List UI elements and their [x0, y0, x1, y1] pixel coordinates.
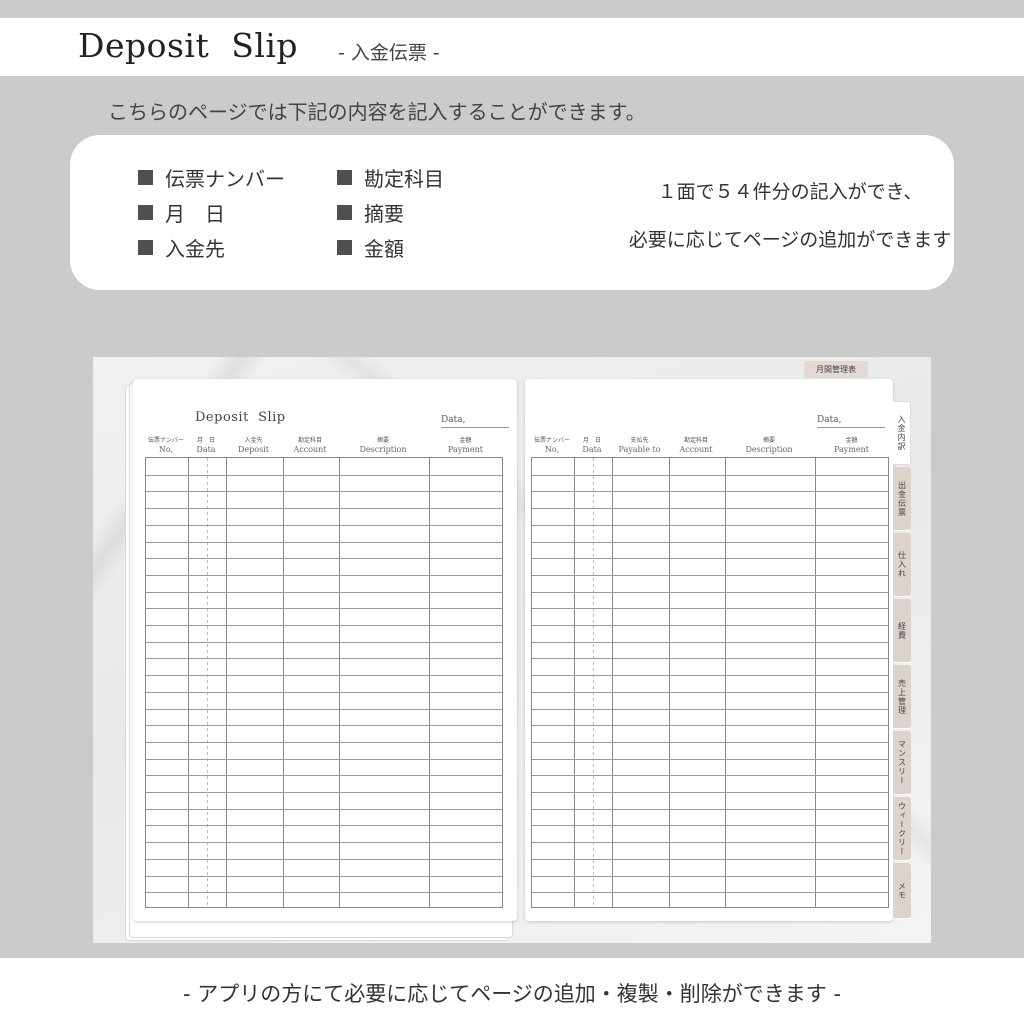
bullet-square-icon — [337, 170, 352, 185]
column-header-en: No, — [544, 445, 560, 454]
column-header: 勘定科目 Account — [668, 437, 724, 455]
notebook-left-page: Deposit Slip Data, 伝票ナンバー No, 月 日 Data 入金先 De… — [133, 379, 517, 921]
date-label: Data, — [817, 415, 885, 428]
side-tab-label: 仕入れ — [897, 551, 907, 578]
side-tab[interactable]: 仕入れ — [893, 533, 911, 597]
column-header-jp: 金額 — [459, 437, 472, 444]
column-header-en: Account — [679, 445, 713, 454]
side-tab-label: 出金伝票 — [897, 480, 907, 517]
column-header-en: No, — [158, 445, 174, 454]
column-header-jp: 摘要 — [762, 437, 775, 444]
column-header-jp: 勘定科目 — [297, 437, 322, 444]
column-header-jp: 伝票ナンバー — [533, 437, 570, 444]
side-tab-label: マンスリー — [897, 740, 907, 785]
notebook-title: Deposit Slip — [195, 410, 286, 425]
footer-bar: - アプリの方にて必要に応じてページの追加・複製・削除ができます - — [0, 958, 1024, 1024]
side-tab-label: ウィークリー — [897, 801, 907, 856]
column-header-jp: 月 日 — [582, 437, 601, 444]
side-tab-label: 売上管理 — [897, 678, 907, 715]
date-label: Data, — [441, 415, 509, 428]
side-tab[interactable]: 入金内訳 — [893, 401, 911, 465]
column-header: 支払先 Payable to — [611, 437, 668, 455]
tab-monthly-management[interactable]: 月間管理表 — [804, 361, 868, 378]
column-header-jp: 支払先 — [630, 437, 649, 444]
side-tab[interactable]: 出金伝票 — [893, 467, 911, 531]
column-header-jp: 摘要 — [376, 437, 389, 444]
column-header: 入金先 Deposit — [225, 437, 282, 455]
feature-item: 摘要 — [337, 198, 404, 227]
feature-item: 伝票ナンバー — [138, 163, 285, 192]
column-header: 勘定科目 Account — [282, 437, 338, 455]
column-header-jp: 勘定科目 — [683, 437, 708, 444]
side-tab[interactable]: 売上管理 — [893, 665, 911, 729]
column-header: 伝票ナンバー No, — [531, 437, 573, 455]
bullet-square-icon — [337, 205, 352, 220]
column-header: 月 日 Data — [187, 437, 225, 455]
notebook-right-page: Data, 伝票ナンバー No, 月 日 Data 支払先 Payable to 勘定科目 A… — [525, 379, 893, 921]
feature-item: 月 日 — [138, 198, 225, 227]
column-header-en: Account — [293, 445, 327, 454]
side-tab-label: メモ — [897, 881, 907, 900]
column-header-en: Payment — [834, 445, 869, 454]
side-tab-label: 入金内訳 — [897, 415, 906, 451]
note-line-1: １面で５４件分の記入ができ、 — [657, 181, 923, 203]
column-header-en: Description — [745, 445, 793, 454]
footer-text: - アプリの方にて必要に応じてページの追加・複製・削除ができます - — [182, 982, 842, 1006]
bullet-square-icon — [138, 170, 153, 185]
column-header-en: Data — [196, 445, 216, 454]
bullet-square-icon — [138, 205, 153, 220]
column-header: 金額 Payment — [428, 437, 503, 455]
column-header-en: Payment — [448, 445, 483, 454]
header-bar: Deposit Slip - 入金伝票 - — [0, 18, 1024, 76]
feature-box: 伝票ナンバー 月 日 入金先 勘定科目 摘要 金額 １面で５４件分の記入ができ、… — [70, 135, 954, 290]
column-header-en: Deposit — [238, 445, 269, 454]
side-tab[interactable]: 経費 — [893, 599, 911, 663]
ledger-grid — [145, 457, 503, 908]
ledger-grid — [531, 457, 889, 908]
column-header-jp: 金額 — [845, 437, 858, 444]
column-header: 摘要 Description — [338, 437, 428, 455]
feature-item: 勘定科目 — [337, 163, 444, 192]
column-header: 摘要 Description — [724, 437, 814, 455]
side-tab[interactable]: ウィークリー — [893, 797, 911, 861]
page-subtitle: - 入金伝票 - — [338, 42, 440, 64]
bullet-square-icon — [337, 240, 352, 255]
note-line-2: 必要に応じてページの追加ができます — [628, 229, 952, 251]
bullet-square-icon — [138, 240, 153, 255]
side-tab-label: 経費 — [897, 621, 907, 640]
side-tab[interactable]: マンスリー — [893, 731, 911, 795]
column-header-jp: 伝票ナンバー — [147, 437, 184, 444]
column-header-en: Description — [359, 445, 407, 454]
column-header-jp: 入金先 — [244, 437, 263, 444]
column-header: 金額 Payment — [814, 437, 889, 455]
column-header-jp: 月 日 — [196, 437, 215, 444]
intro-text: こちらのページでは下記の内容を記入することができます。 — [108, 100, 646, 124]
side-tab[interactable]: メモ — [893, 863, 911, 919]
feature-item: 入金先 — [138, 233, 225, 262]
column-header: 伝票ナンバー No, — [145, 437, 187, 455]
notebook-preview: 月間管理表 Deposit Slip Data, 伝票ナンバー No, 月 日 Dat… — [93, 357, 931, 943]
column-header-en: Data — [582, 445, 602, 454]
column-header: 月 日 Data — [573, 437, 611, 455]
page-title: Deposit Slip — [78, 26, 299, 65]
column-header-en: Payable to — [618, 445, 661, 454]
feature-item: 金額 — [337, 233, 404, 262]
